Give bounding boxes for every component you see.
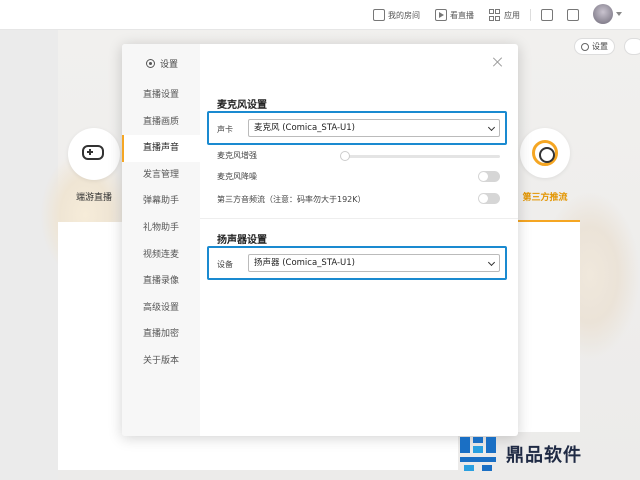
mic-section-title: 麦克风设置	[217, 100, 267, 111]
play-icon	[435, 9, 447, 21]
page-settings-label: 设置	[592, 42, 608, 51]
close-icon[interactable]	[491, 56, 505, 70]
avatar[interactable]	[593, 4, 613, 24]
my-room-button[interactable]: 我的房间	[373, 8, 420, 22]
mic-noise-toggle[interactable]	[478, 171, 500, 182]
chevron-down-icon[interactable]	[616, 12, 622, 16]
game-live-label: 端游直播	[75, 193, 112, 203]
watermark: 鼎品软件	[458, 434, 628, 474]
home-icon	[373, 9, 385, 21]
nav-item[interactable]: 直播加密	[122, 321, 200, 348]
speaker-section-title: 扬声器设置	[217, 235, 267, 246]
watermark-text: 鼎品软件	[506, 445, 582, 466]
chevron-down-icon	[487, 258, 496, 267]
mic-boost-slider-handle[interactable]	[340, 151, 350, 161]
speaker-device-label: 设备	[217, 260, 233, 269]
nav-item[interactable]: 发言管理	[122, 162, 200, 189]
topbar-divider	[530, 9, 531, 21]
sound-card-label: 声卡	[217, 125, 233, 134]
watch-live-label: 看直播	[450, 10, 474, 20]
gear-icon	[146, 59, 155, 68]
headset-button[interactable]	[624, 38, 640, 55]
sound-card-select[interactable]: 麦克风 (Comica_STA-U1)	[248, 119, 500, 137]
brand-logo-icon	[460, 437, 496, 471]
third-party-audio-label: 第三方音频流（注意：码率勿大于192K）	[217, 195, 366, 204]
settings-dialog: 设置 直播设置 直播画质 直播声音 发言管理 弹幕助手 礼物助手 视频连麦 直播录像 高级设置直…	[122, 44, 518, 436]
third-party-audio-toggle[interactable]	[478, 193, 500, 204]
gear-icon	[581, 42, 589, 51]
nav-item[interactable]: 直播画质	[122, 109, 200, 136]
top-bar: 我的房间 看直播 应用	[0, 0, 640, 30]
speaker-device-value: 扬声器 (Comica_STA-U1)	[254, 258, 355, 268]
nav-item[interactable]: 直播录像	[122, 268, 200, 295]
settings-nav: 直播设置 直播画质 直播声音 发言管理 弹幕助手 礼物助手 视频连麦 直播录像 高级设置 直播加密…	[122, 82, 200, 375]
page-settings-button[interactable]: 设置	[574, 38, 615, 55]
settings-sidebar: 设置 直播设置 直播画质 直播声音 发言管理 弹幕助手 礼物助手 视频连麦 直播录像 高级设置直…	[122, 44, 200, 436]
speaker-device-select[interactable]: 扬声器 (Comica_STA-U1)	[248, 254, 500, 272]
calendar-icon[interactable]	[567, 9, 579, 21]
obs-icon	[532, 140, 558, 166]
dialog-title-label: 设置	[160, 60, 179, 70]
dialog-title: 设置	[146, 57, 178, 70]
watch-live-button[interactable]: 看直播	[435, 8, 474, 22]
grid-icon	[489, 9, 501, 21]
message-icon[interactable]	[541, 9, 553, 21]
section-divider	[200, 218, 518, 219]
mic-boost-slider[interactable]	[342, 155, 500, 158]
chevron-down-icon	[487, 123, 496, 132]
mic-noise-label: 麦克风降噪	[217, 172, 257, 181]
nav-item[interactable]: 高级设置	[122, 295, 200, 322]
nav-item[interactable]: 直播声音	[122, 135, 200, 162]
nav-item[interactable]: 视频连麦	[122, 242, 200, 269]
nav-item[interactable]: 关于版本	[122, 348, 200, 375]
apps-label: 应用	[504, 10, 520, 20]
nav-item[interactable]: 直播设置	[122, 82, 200, 109]
apps-button[interactable]: 应用	[489, 8, 520, 22]
mic-boost-label: 麦克风增强	[217, 151, 257, 160]
nav-item[interactable]: 弹幕助手	[122, 188, 200, 215]
sound-card-value: 麦克风 (Comica_STA-U1)	[254, 123, 355, 133]
my-room-label: 我的房间	[388, 10, 420, 20]
gamepad-icon	[82, 145, 104, 160]
third-party-stream-label: 第三方推流	[522, 193, 568, 203]
nav-item[interactable]: 礼物助手	[122, 215, 200, 242]
